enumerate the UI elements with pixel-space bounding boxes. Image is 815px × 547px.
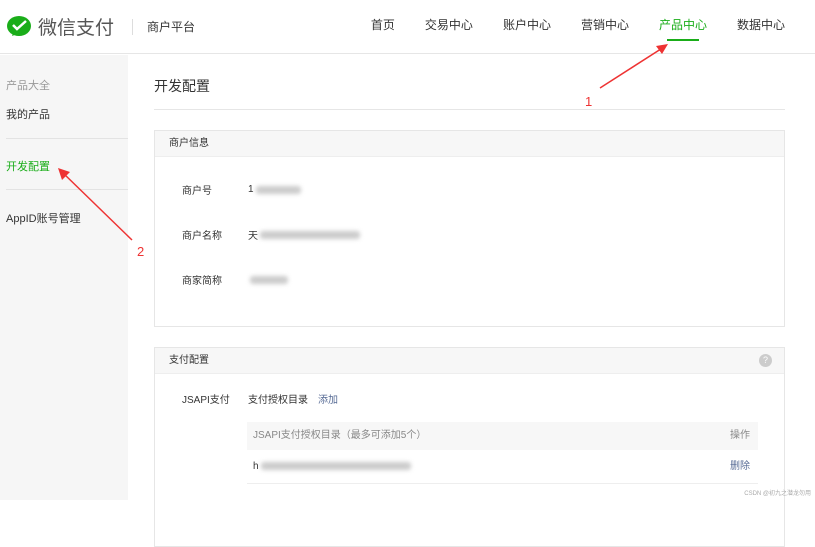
annotation-1: 1	[585, 94, 593, 109]
arrow-1	[599, 46, 665, 89]
annotation-2: 2	[137, 244, 145, 259]
watermark: CSDN @初九之潜龙勿用	[744, 491, 811, 497]
arrow-2	[61, 171, 133, 241]
arrow-head-icon	[656, 44, 668, 54]
annotation-arrows	[58, 44, 668, 241]
